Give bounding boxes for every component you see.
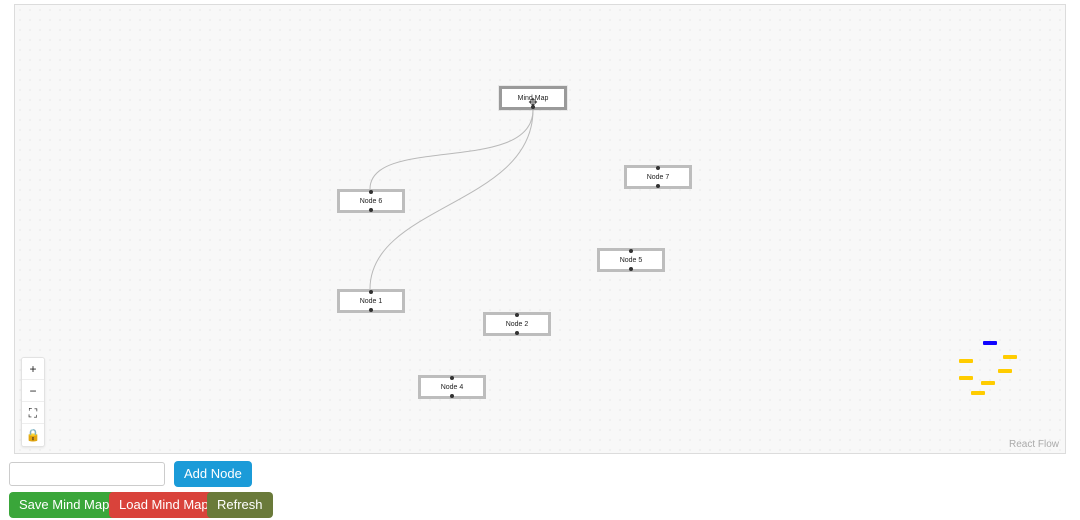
minimap-node: [1003, 355, 1017, 359]
node-handle-bottom[interactable]: [369, 208, 373, 212]
node-handle-top[interactable]: [369, 190, 373, 194]
node-6[interactable]: Node 6: [337, 189, 405, 213]
drag-cursor-icon: ✥: [528, 96, 537, 109]
node-4[interactable]: Node 4: [418, 375, 486, 399]
node-label: Node 7: [647, 174, 670, 181]
minimap-node: [981, 381, 995, 385]
zoom-out-button[interactable]: −: [22, 380, 44, 402]
mindmap-canvas[interactable]: Mind Map ✥ Node 6 Node 7 Node 5 Node 1 N…: [14, 4, 1066, 454]
minimap[interactable]: [935, 341, 1059, 429]
add-node-button[interactable]: Add Node: [174, 461, 252, 487]
node-handle-bottom[interactable]: [629, 267, 633, 271]
node-1[interactable]: Node 1: [337, 289, 405, 313]
minimap-node: [971, 391, 985, 395]
node-handle-bottom[interactable]: [515, 331, 519, 335]
node-handle-bottom[interactable]: [369, 308, 373, 312]
node-label: Node 1: [360, 298, 383, 305]
node-label: Node 6: [360, 198, 383, 205]
minimap-node: [983, 341, 997, 345]
zoom-in-button[interactable]: +: [22, 358, 44, 380]
fit-view-button[interactable]: ⛶: [22, 402, 44, 424]
toolbar-row-2: Save Mind Map Load Mind Map Refresh: [0, 492, 1080, 518]
node-5[interactable]: Node 5: [597, 248, 665, 272]
load-button[interactable]: Load Mind Map: [109, 492, 219, 518]
node-label: Node 4: [441, 384, 464, 391]
node-handle-top[interactable]: [629, 249, 633, 253]
attribution-label: React Flow: [1009, 439, 1059, 450]
node-handle-bottom[interactable]: [450, 394, 454, 398]
minimap-node: [998, 369, 1012, 373]
node-label: Node 5: [620, 257, 643, 264]
node-handle-top[interactable]: [369, 290, 373, 294]
node-label: Node 2: [506, 321, 529, 328]
node-handle-top[interactable]: [515, 313, 519, 317]
viewport-controls: + − ⛶ 🔒: [21, 357, 45, 447]
toolbar-row-1: Add Node: [0, 460, 1080, 490]
node-handle-top[interactable]: [450, 376, 454, 380]
node-7[interactable]: Node 7: [624, 165, 692, 189]
save-button[interactable]: Save Mind Map: [9, 492, 119, 518]
lock-button[interactable]: 🔒: [22, 424, 44, 446]
minimap-node: [959, 359, 973, 363]
edges-layer: [15, 5, 1065, 453]
refresh-button[interactable]: Refresh: [207, 492, 273, 518]
node-handle-bottom[interactable]: [656, 184, 660, 188]
node-handle-top[interactable]: [656, 166, 660, 170]
node-root[interactable]: Mind Map ✥: [499, 86, 567, 110]
new-node-input[interactable]: [9, 462, 165, 486]
minimap-node: [959, 376, 973, 380]
node-2[interactable]: Node 2: [483, 312, 551, 336]
